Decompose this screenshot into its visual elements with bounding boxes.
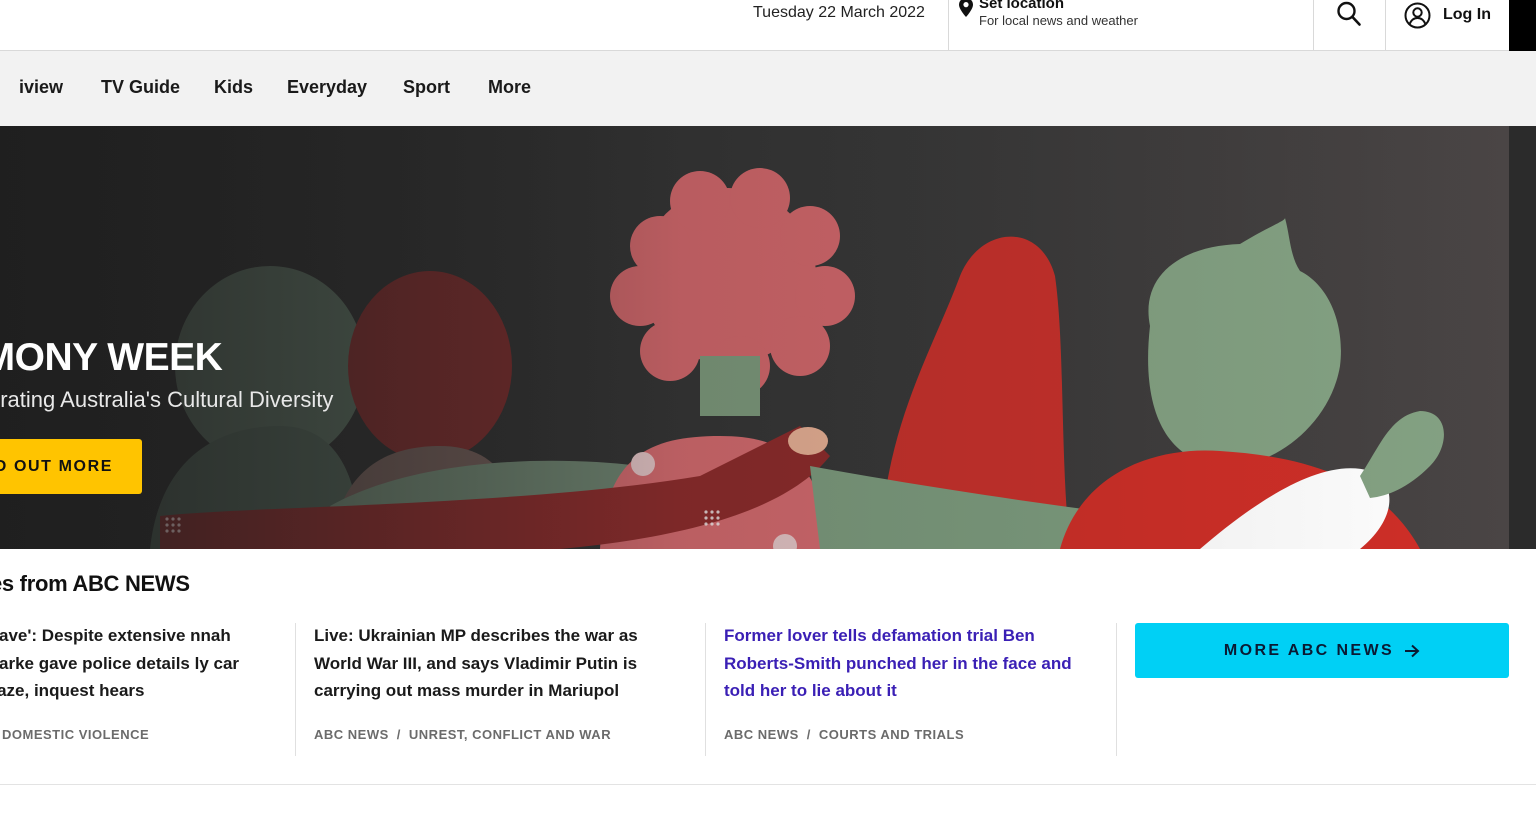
find-out-more-button[interactable]: D OUT MORE [0, 439, 142, 494]
user-circle-icon [1404, 2, 1431, 28]
divider [0, 784, 1536, 785]
nav-item-tv-guide[interactable]: TV Guide [101, 77, 180, 98]
story-headline[interactable]: Former lover tells defamation trial Ben … [724, 622, 1104, 705]
hero-illustration [0, 126, 1509, 549]
main-nav: iview TV Guide Kids Everyday Sport More [0, 51, 1536, 126]
divider [1385, 0, 1386, 51]
hero-title: RMONY WEEK [0, 336, 223, 379]
location-title: Set location [979, 0, 1065, 12]
nav-item-more[interactable]: More [488, 77, 531, 98]
story-meta: DOMESTIC VIOLENCE [2, 727, 282, 742]
log-in-label: Log In [1443, 6, 1491, 23]
divider [948, 0, 949, 51]
location-pin-icon [959, 0, 973, 17]
more-abc-news-label: MORE ABC NEWS [1223, 641, 1395, 659]
divider [295, 623, 296, 756]
section-title: es from ABC NEWS [0, 571, 190, 596]
drag-handle-icon[interactable] [163, 515, 187, 535]
story-topic[interactable]: DOMESTIC VIOLENCE [2, 727, 149, 742]
log-in-button[interactable]: Log In [1404, 0, 1491, 30]
hero-subtitle: orating Australia's Cultural Diversity [0, 387, 334, 412]
menu-edge[interactable] [1509, 0, 1536, 51]
current-date: Tuesday 22 March 2022 [753, 4, 925, 21]
divider [1313, 0, 1314, 51]
story-meta: ABC NEWS / UNREST, CONFLICT AND WAR [314, 727, 690, 742]
story-headline[interactable]: brave': Despite extensive nnah Clarke ga… [0, 622, 282, 705]
search-icon[interactable] [1336, 0, 1362, 28]
divider [705, 623, 706, 756]
hero-edge [1509, 126, 1536, 549]
meta-separator: / [806, 726, 811, 742]
nav-item-kids[interactable]: Kids [214, 77, 253, 98]
news-story[interactable]: Live: Ukrainian MP describes the war as … [314, 622, 690, 742]
story-topic[interactable]: COURTS AND TRIALS [819, 727, 964, 742]
story-topic[interactable]: UNREST, CONFLICT AND WAR [409, 727, 611, 742]
nav-item-sport[interactable]: Sport [403, 77, 450, 98]
drag-handle-icon[interactable] [702, 508, 726, 528]
nav-item-iview[interactable]: iview [19, 77, 63, 98]
meta-separator: / [396, 726, 401, 742]
nav-item-everyday[interactable]: Everyday [287, 77, 367, 98]
story-source[interactable]: ABC NEWS [724, 727, 799, 742]
story-headline[interactable]: Live: Ukrainian MP describes the war as … [314, 622, 690, 705]
top-utility-bar: Tuesday 22 March 2022 Set location For l… [0, 0, 1536, 51]
news-story[interactable]: brave': Despite extensive nnah Clarke ga… [0, 622, 282, 742]
find-out-more-label: D OUT MORE [0, 457, 113, 475]
set-location-button[interactable]: Set location For local news and weather [958, 0, 1138, 28]
hero-banner[interactable] [0, 126, 1509, 549]
more-abc-news-button[interactable]: MORE ABC NEWS [1135, 623, 1509, 678]
arrow-right-icon [1405, 644, 1420, 657]
story-meta: ABC NEWS / COURTS AND TRIALS [724, 727, 1104, 742]
news-story[interactable]: Former lover tells defamation trial Ben … [724, 622, 1104, 742]
location-subtitle: For local news and weather [979, 13, 1138, 28]
story-source[interactable]: ABC NEWS [314, 727, 389, 742]
divider [1116, 623, 1117, 756]
